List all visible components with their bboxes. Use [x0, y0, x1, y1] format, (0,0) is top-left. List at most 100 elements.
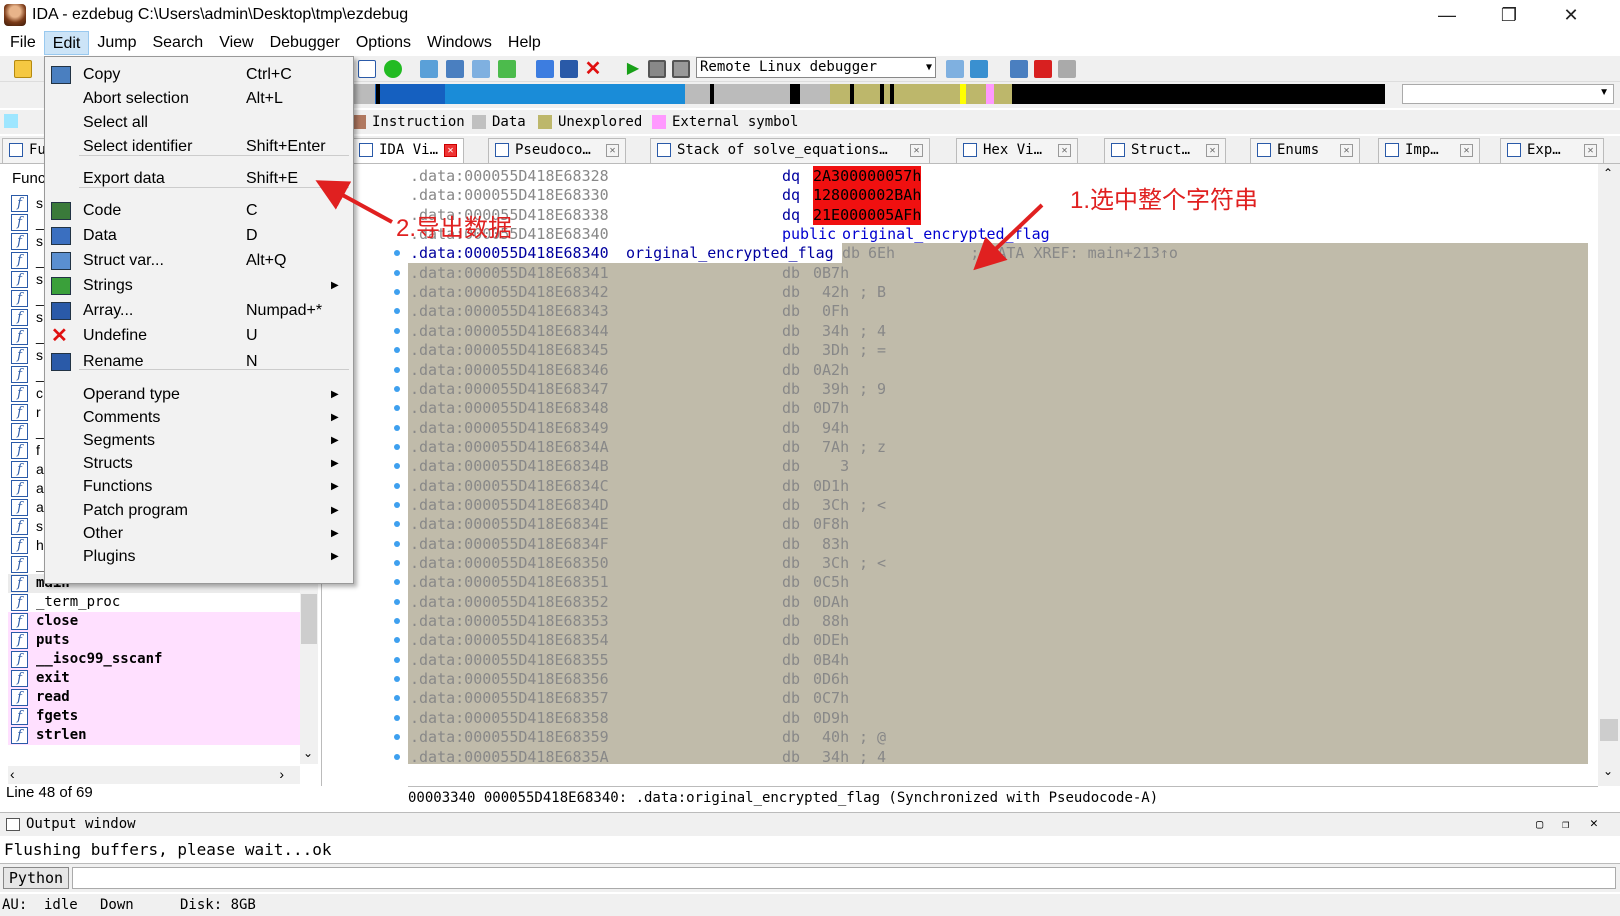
close-icon[interactable]: ✕	[1584, 144, 1597, 157]
delete-breakpoint-icon[interactable]	[1058, 60, 1076, 78]
tab-enums[interactable]: Enums ✕	[1250, 138, 1360, 163]
function-row[interactable]: f strlen	[8, 726, 300, 745]
menu-windows[interactable]: Windows	[419, 31, 500, 55]
tab-structures[interactable]: Struct… ✕	[1104, 138, 1226, 163]
menu-help[interactable]: Help	[500, 31, 549, 55]
menu-search[interactable]: Search	[144, 31, 211, 55]
function-row[interactable]: f read	[8, 688, 300, 707]
restore-button[interactable]: ❐	[1478, 0, 1540, 30]
listing-row[interactable]: .data:000055D418E68350 db 3Ch ; <	[408, 553, 1588, 573]
tab-ida-view[interactable]: IDA Vi… ✕	[352, 138, 464, 163]
pause-debug-icon[interactable]	[648, 60, 666, 78]
edit-menu-item-comments[interactable]: Comments ▶	[45, 406, 353, 430]
strings-tool-icon[interactable]	[498, 60, 516, 78]
function-row[interactable]: f exit	[8, 669, 300, 688]
edit-menu-item-select-identifier[interactable]: Select identifier Shift+Enter	[45, 135, 353, 159]
edit-menu-item-data[interactable]: Data D	[45, 224, 353, 248]
close-icon[interactable]: ✕	[1460, 144, 1473, 157]
edit-menu-item-segments[interactable]: Segments ▶	[45, 429, 353, 453]
edit-menu-item-copy[interactable]: Copy Ctrl+C	[45, 63, 353, 87]
listing-row[interactable]: .data:000055D418E68338 dq 21E000005AFh	[408, 204, 1588, 225]
chevron-down-icon[interactable]: ⌄	[1603, 764, 1613, 778]
listing-row[interactable]: .data:000055D418E68356 db 0D6h	[408, 669, 1588, 690]
rename-tool-icon[interactable]	[560, 60, 578, 78]
function-row[interactable]: f __isoc99_sscanf	[8, 650, 300, 669]
menu-jump[interactable]: Jump	[89, 31, 144, 55]
listing-row[interactable]: .data:000055D418E68347 db 39h ; 9	[408, 378, 1588, 399]
listing-row[interactable]: .data:000055D418E68357 db 0C7h	[408, 688, 1588, 709]
edit-menu-item-code[interactable]: Code C	[45, 199, 353, 223]
start-debug-icon[interactable]: ▶	[624, 60, 642, 78]
tab-pseudocode[interactable]: Pseudoco… ✕	[488, 138, 626, 163]
edit-menu-item-structs[interactable]: Structs ▶	[45, 452, 353, 476]
close-window-button[interactable]: ✕	[1540, 0, 1602, 30]
listing-row[interactable]: .data:000055D418E68345 db 3Dh ; =	[408, 340, 1588, 361]
menu-debugger[interactable]: Debugger	[262, 31, 348, 55]
attach-icon[interactable]	[946, 60, 964, 78]
listing-row[interactable]: .data:000055D418E6834B db 3	[408, 456, 1588, 477]
code-tool-icon[interactable]	[420, 60, 438, 78]
listing-row[interactable]: .data:000055D418E68341 db 0B7h	[408, 262, 1588, 283]
listing-row[interactable]: .data:000055D418E68340 original_encrypted…	[408, 243, 1588, 264]
listing-row[interactable]: .data:000055D418E68348 db 0D7h	[408, 398, 1588, 419]
close-icon[interactable]: ✕	[1206, 144, 1219, 157]
function-row[interactable]: f _term_proc	[8, 593, 300, 612]
listing-row[interactable]: .data:000055D418E68353 db 88h	[408, 611, 1588, 632]
listing-row[interactable]: .data:000055D418E6834C db 0D1h	[408, 475, 1588, 496]
debugger-select[interactable]: Remote Linux debugger ▼	[696, 57, 936, 78]
listing-row[interactable]: .data:000055D418E6834D db 3Ch ; <	[408, 494, 1588, 515]
detach-icon[interactable]	[970, 60, 988, 78]
tab-imports[interactable]: Imp… ✕	[1378, 138, 1480, 163]
listing-row[interactable]: .data:000055D418E68346 db 0A2h	[408, 359, 1588, 380]
chevron-right-icon[interactable]: ›	[279, 766, 284, 782]
breakpoint-list-icon[interactable]	[1010, 60, 1028, 78]
undefine-tool-icon[interactable]: ✕	[584, 59, 602, 79]
edit-menu-item-export-data[interactable]: Export data Shift+E	[45, 167, 353, 191]
edit-menu-item-patch-program[interactable]: Patch program ▶	[45, 499, 353, 523]
close-icon[interactable]: ✕	[1058, 144, 1071, 157]
listing-row[interactable]: .data:000055D418E68355 db 0B4h	[408, 649, 1588, 670]
chevron-down-icon[interactable]: ⌄	[303, 746, 313, 760]
close-icon[interactable]: ✕	[1590, 813, 1598, 835]
add-breakpoint-icon[interactable]	[1034, 60, 1052, 78]
chevron-left-icon[interactable]: ‹	[10, 766, 15, 782]
listing-row[interactable]: .data:000055D418E68343 db 0Fh	[408, 301, 1588, 322]
data-tool-icon[interactable]	[446, 60, 464, 78]
struct-tool-icon[interactable]	[472, 60, 490, 78]
edit-menu-item-strings[interactable]: Strings ▶	[45, 274, 353, 298]
close-icon[interactable]: ✕	[444, 144, 457, 157]
green-circle-icon[interactable]	[384, 60, 402, 78]
open-folder-icon[interactable]	[14, 60, 32, 78]
listing-row[interactable]: .data:000055D418E68330 dq 128000002BAh	[408, 185, 1588, 206]
edit-menu-item-operand-type[interactable]: Operand type ▶	[45, 383, 353, 407]
close-icon[interactable]: ✕	[910, 144, 923, 157]
listing-row[interactable]: .data:000055D418E6834A db 7Ah ; z	[408, 436, 1588, 457]
navigation-band[interactable]	[350, 84, 1385, 104]
edit-menu-item-array[interactable]: Array... Numpad+*	[45, 299, 353, 323]
array-tool-icon[interactable]	[536, 60, 554, 78]
navigation-band-select[interactable]: ▼	[1402, 84, 1614, 104]
maximize-icon[interactable]: ▢	[1536, 813, 1543, 835]
window-icon[interactable]	[358, 60, 376, 78]
listing-row[interactable]: .data:000055D418E68328 dq 2A300000057h	[408, 166, 1588, 186]
listing-row[interactable]: .data:000055D418E6835A db 34h ; 4	[408, 746, 1588, 764]
menu-edit[interactable]: Edit	[43, 31, 90, 55]
edit-menu-item-other[interactable]: Other ▶	[45, 522, 353, 546]
chevron-up-icon[interactable]: ⌃	[1603, 166, 1613, 180]
function-row[interactable]: f close	[8, 612, 300, 631]
listing-row[interactable]: .data:000055D418E68351 db 0C5h	[408, 572, 1588, 593]
edit-menu-item-functions[interactable]: Functions ▶	[45, 475, 353, 499]
python-button[interactable]: Python	[3, 867, 69, 889]
functions-horizontal-scrollbar[interactable]: ‹ ›	[8, 766, 300, 784]
tab-exports[interactable]: Exp… ✕	[1500, 138, 1604, 163]
disassembly-listing[interactable]: .data:000055D418E68328 dq 2A300000057h .dat…	[408, 164, 1588, 764]
listing-row[interactable]: .data:000055D418E68359 db 40h ; @	[408, 727, 1588, 748]
listing-row[interactable]: .data:000055D418E68349 db 94h	[408, 417, 1588, 438]
edit-menu-item-undefine[interactable]: ✕ Undefine U	[45, 324, 353, 348]
listing-row[interactable]: .data:000055D418E68344 db 34h ; 4	[408, 320, 1588, 341]
close-icon[interactable]: ✕	[606, 144, 619, 157]
menu-file[interactable]: File	[2, 31, 44, 55]
listing-row[interactable]: .data:000055D418E6834F db 83h	[408, 533, 1588, 554]
minimize-button[interactable]: —	[1416, 0, 1478, 30]
listing-row[interactable]: .data:000055D418E68354 db 0DEh	[408, 630, 1588, 651]
